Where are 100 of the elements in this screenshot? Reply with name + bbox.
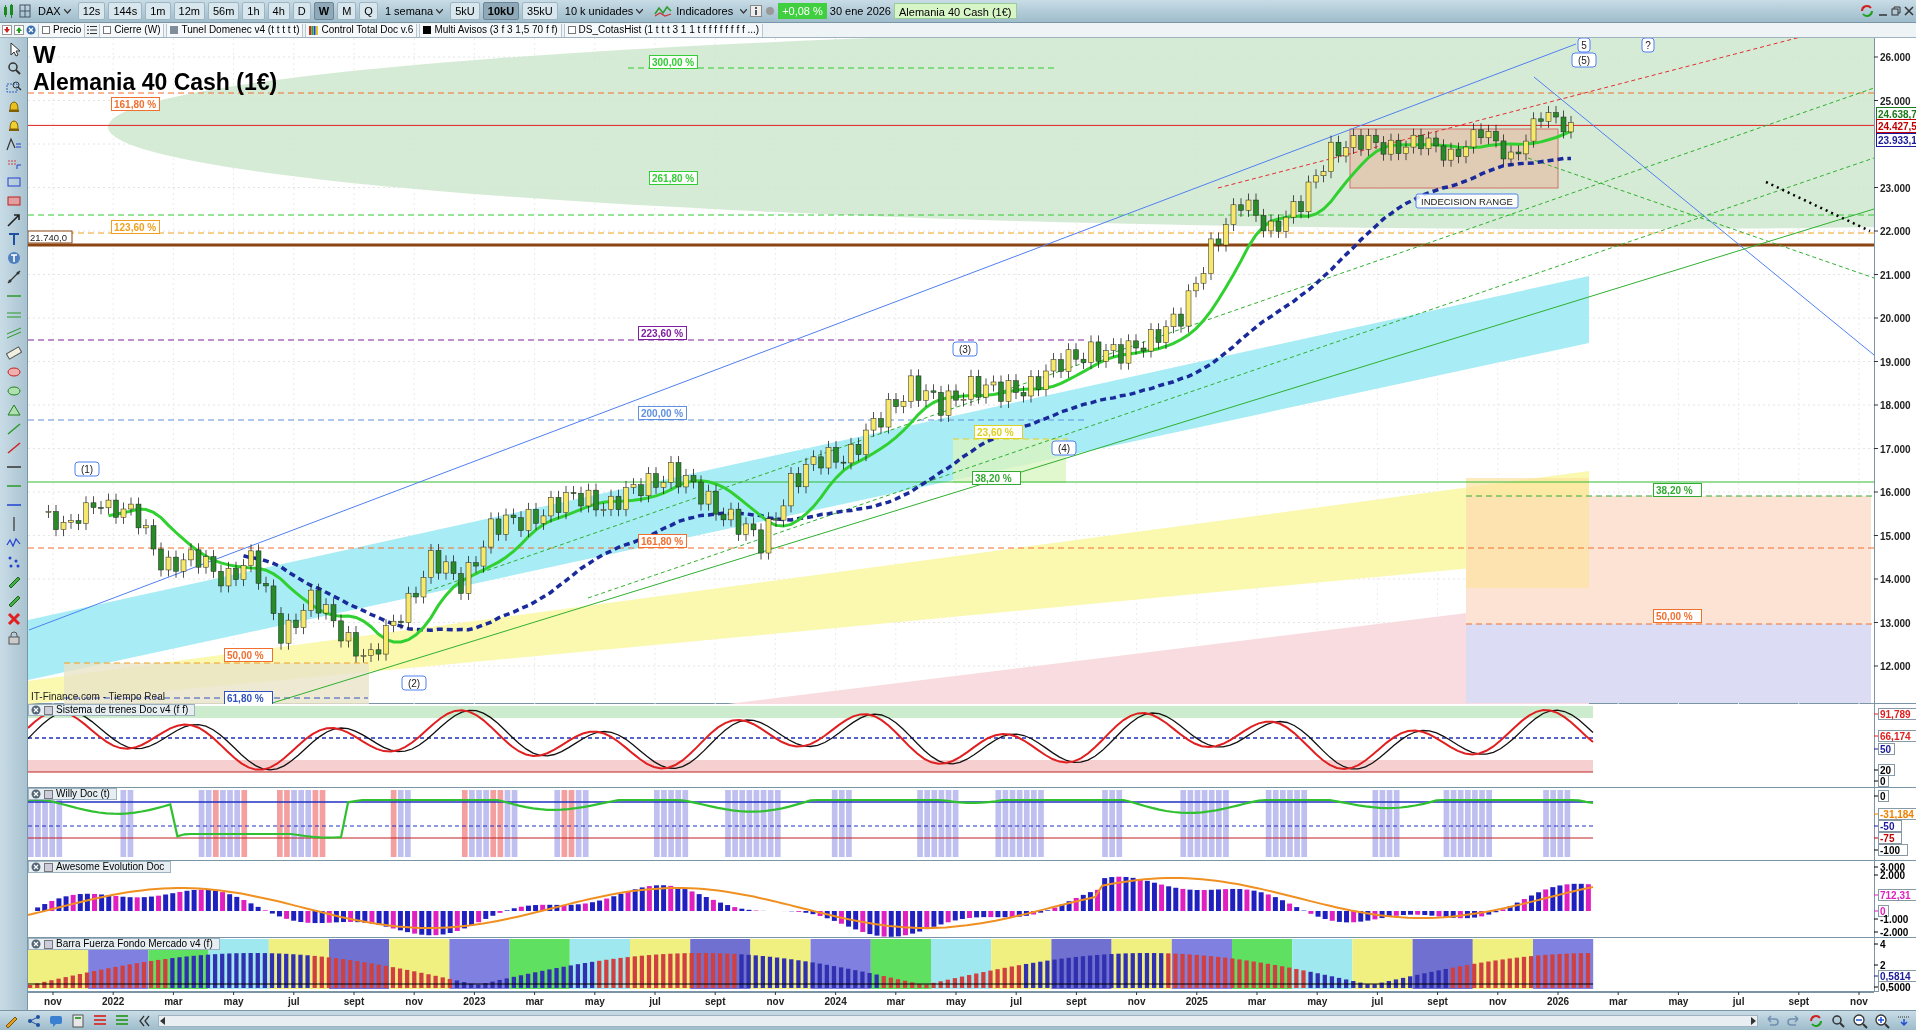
triangle-icon[interactable]	[5, 402, 22, 418]
delete-icon[interactable]	[5, 611, 22, 627]
axis-label: may	[1668, 996, 1689, 1007]
axis-value-label: 50	[1878, 743, 1896, 755]
axis-label: 13.000	[1880, 617, 1911, 629]
zoom-out-icon[interactable]	[1852, 1012, 1868, 1029]
zoom-fit-icon[interactable]	[1830, 1012, 1846, 1029]
info-icon[interactable]	[750, 5, 763, 17]
axis-label: 2026	[1546, 996, 1570, 1007]
ellipse-icon[interactable]	[5, 364, 22, 380]
zoom-icon[interactable]	[5, 60, 22, 76]
checkbox[interactable]	[103, 26, 112, 34]
indicator-toggle[interactable]: Multi Avisos (3 f 3 1,5 70 f f)	[419, 23, 562, 37]
axis-label: sept	[343, 996, 365, 1007]
close-circle-icon[interactable]	[31, 789, 41, 799]
timeframe-button[interactable]: 144s	[108, 2, 143, 20]
axis-label: 17.000	[1880, 443, 1911, 455]
line-icon[interactable]	[5, 269, 22, 285]
indicator-toggle[interactable]: DS_CotasHist (1 t t t 3 1 1 t f f f f f f f f ...)	[563, 23, 764, 37]
timeframe-button[interactable]: D	[292, 2, 311, 20]
axis-label: 26.000	[1880, 52, 1911, 63]
restore-icon[interactable]	[1891, 6, 1901, 16]
checkbox[interactable]	[42, 26, 50, 34]
indicator-toggle[interactable]: Cierre (W)	[99, 23, 165, 37]
list-icon[interactable]	[87, 25, 98, 35]
chevron-down-icon	[63, 8, 71, 14]
axis-label: sept	[1066, 996, 1087, 1007]
timeframe-button[interactable]: 1h	[242, 2, 265, 20]
axis-value-label: -31,184	[1878, 808, 1916, 820]
timeframe-button[interactable]: 1m	[145, 2, 171, 20]
timeframe-button[interactable]: 5kU	[450, 2, 480, 20]
refresh-icon[interactable]	[1859, 3, 1875, 19]
indicator-toggle[interactable]: Tunel Domenec v4 (t t t t t)	[166, 23, 304, 37]
indicators-button[interactable]: Indicadores	[650, 2, 738, 20]
fibonacci-level-label: 50,00 %	[223, 647, 274, 663]
axis-label: jul	[649, 996, 661, 1007]
range-label: INDECISION RANGE	[1415, 193, 1519, 209]
indicator-title: Barra Fuerza Fondo Mercado v4 (f)	[56, 939, 213, 949]
axis-value-label: 20	[1878, 764, 1896, 776]
share-icon[interactable]	[26, 1012, 42, 1029]
timeframe-button[interactable]: 10kU	[482, 2, 520, 20]
zoom-in-icon[interactable]	[1874, 1012, 1890, 1029]
axis-label: jul	[1371, 996, 1384, 1007]
fibonacci-level-label: 38,20 %	[1652, 482, 1703, 498]
up-arrow-icon[interactable]	[14, 25, 24, 35]
checkbox[interactable]	[567, 26, 576, 34]
scroll-right-icon[interactable]	[1749, 1016, 1757, 1025]
timeframe-button[interactable]: 56m	[207, 2, 240, 20]
units-dropdown[interactable]: 10 k unidades	[560, 2, 648, 20]
fibonacci-level-label: 161,80 %	[110, 96, 161, 112]
axis-label: 23.000	[1880, 182, 1911, 194]
symbol-dropdown[interactable]: DAX	[34, 2, 75, 20]
axis-value-label: -2.000	[1880, 926, 1909, 938]
rectangle-icon[interactable]	[5, 174, 22, 190]
indicator-toggle[interactable]: Control Total Doc v.6	[305, 23, 418, 37]
close-circle-icon[interactable]	[31, 939, 41, 949]
timeframe-button[interactable]: W	[313, 2, 335, 20]
line-icon[interactable]	[5, 440, 22, 456]
timeframe-button[interactable]: 12m	[173, 2, 205, 20]
ellipse-icon[interactable]	[5, 383, 22, 399]
calculator-icon[interactable]	[70, 1012, 86, 1029]
candlestick-icon[interactable]	[2, 4, 16, 18]
wave-count-label: 5	[1577, 38, 1591, 53]
units-button[interactable]: 35kU	[522, 2, 558, 20]
axis-label: sept	[1788, 996, 1810, 1007]
axis-label: sept	[704, 996, 726, 1007]
timeframe-button[interactable]: M	[337, 2, 357, 20]
close-circle-icon[interactable]	[31, 862, 41, 872]
undo-icon[interactable]	[1764, 1012, 1780, 1029]
fibonacci-level-label: 23,60 %	[973, 424, 1024, 440]
close-circle-icon[interactable]	[26, 25, 36, 35]
close-circle-icon[interactable]	[31, 705, 41, 715]
indicator-toggle[interactable]: Precio	[38, 23, 86, 37]
timeframe-button[interactable]: 12s	[77, 2, 106, 20]
redo-icon[interactable]	[1786, 1012, 1802, 1029]
axis-label: 22.000	[1880, 226, 1911, 237]
scroll-left-icon[interactable]	[159, 1016, 167, 1025]
refresh-icon[interactable]	[1808, 1012, 1824, 1029]
fibonacci-level-label: 38,20 %	[971, 470, 1022, 486]
zoom-area-icon[interactable]	[5, 79, 22, 95]
grid-icon[interactable]	[19, 4, 31, 18]
horizontal-scrollbar[interactable]	[158, 1014, 1758, 1027]
status-dot-icon	[765, 6, 776, 16]
axis-label: may	[584, 996, 605, 1007]
timeframe-button[interactable]: 4h	[267, 2, 290, 20]
chevron-down-icon[interactable]	[740, 8, 748, 14]
down-arrow-icon[interactable]	[2, 25, 12, 35]
axis-label: 18.000	[1880, 400, 1911, 411]
close-icon[interactable]	[1904, 6, 1914, 16]
axis-label: 14.000	[1880, 574, 1911, 585]
axis-label: may	[946, 996, 966, 1007]
arrow-icon[interactable]	[5, 212, 22, 228]
axis-value-label: 0	[1878, 775, 1890, 787]
wave-count-label: (4)	[1051, 440, 1077, 456]
axis-label: mar	[164, 996, 183, 1007]
lock-icon[interactable]	[5, 630, 22, 646]
axis-label: 16.000	[1880, 487, 1911, 498]
axis-label: nov	[44, 996, 62, 1007]
period-dropdown[interactable]: 1 semana	[380, 2, 448, 20]
timeframe-button[interactable]: Q	[359, 2, 378, 20]
